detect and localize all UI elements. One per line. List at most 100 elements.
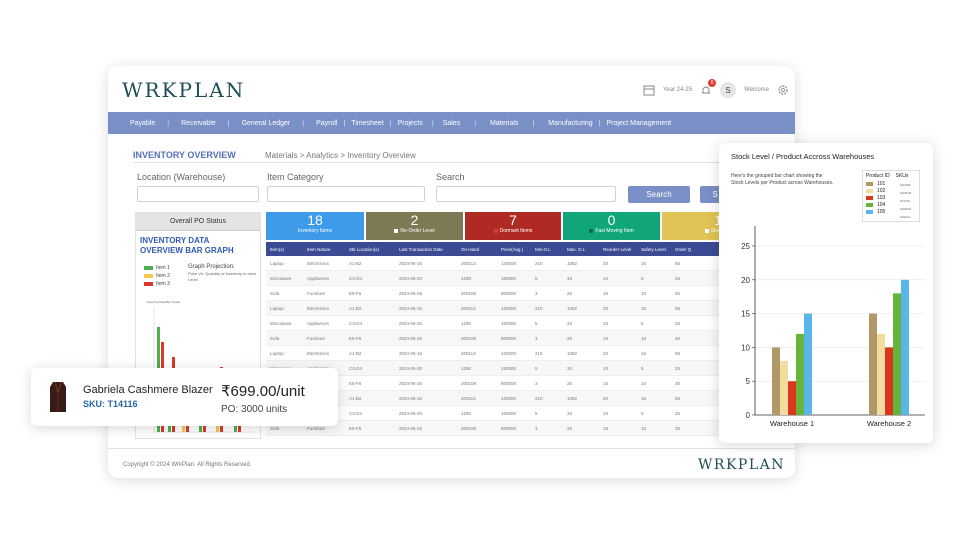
table-cell: Appliances xyxy=(307,275,330,281)
footer-divider xyxy=(108,448,795,449)
table-cell: 55 xyxy=(675,260,681,266)
table-cell: 5 xyxy=(535,410,538,416)
table-body: Laptop Electronics A1-B2 2024-06-15 200113 12… xyxy=(266,256,786,436)
table-row[interactable]: LaptopElectronicsA1-B22024-06-1520011312… xyxy=(266,346,786,361)
table-cell: 25 xyxy=(675,365,681,371)
table-cell: E5-F6 xyxy=(349,290,362,296)
legend-item-1: Item 1 xyxy=(144,265,170,271)
table-cell: E5-F6 xyxy=(349,425,362,431)
copyright: Copyright © 2024 WrkPlan. All Rights Res… xyxy=(123,462,252,468)
category-input[interactable] xyxy=(267,186,425,202)
table-cell: 2024-06-20 xyxy=(399,365,423,371)
summary-cards: 18 Inventory Items 2 Re-Order Level 7 Do… xyxy=(266,212,786,240)
table-cell: 1082 xyxy=(567,305,578,311)
table-row[interactable]: LaptopElectronicsA1-B22024-06-1520011312… xyxy=(266,301,786,316)
calendar-icon[interactable] xyxy=(643,84,655,96)
nav-general-ledger[interactable]: General Ledger xyxy=(242,120,291,127)
table-cell: 120000 xyxy=(501,395,517,401)
table-row[interactable]: SofaFurnitureE5-F62024-06-25200109800000… xyxy=(266,331,786,346)
table-row[interactable]: MicrowaveAppliancesC3-D42024-06-20129015… xyxy=(266,271,786,286)
table-cell: 33 xyxy=(567,365,573,371)
column-header[interactable]: Stk Location(s) xyxy=(345,247,395,252)
table-cell: 1082 xyxy=(567,260,578,266)
location-input[interactable] xyxy=(137,186,259,202)
table-cell: Microwave xyxy=(270,320,292,326)
table-cell: 30 xyxy=(675,335,681,341)
nav-payroll[interactable]: Payroll xyxy=(316,120,337,127)
nav-receivable[interactable]: Receivable xyxy=(181,120,216,127)
table-cell: Electronics xyxy=(307,350,330,356)
x-tick-label: Warehouse 2 xyxy=(867,419,911,428)
nav-timesheet[interactable]: Timesheet xyxy=(351,120,383,127)
nav-payable[interactable]: Payable xyxy=(130,120,155,127)
nav-manufacturing[interactable]: Manufacturing xyxy=(548,120,592,127)
table-row[interactable]: SofaFurnitureE5-F62024-06-25200109800000… xyxy=(266,421,786,436)
table-cell: 20 xyxy=(603,395,609,401)
table-cell: 210 xyxy=(535,260,543,266)
table-cell: Microwave xyxy=(270,275,292,281)
table-cell: 15 xyxy=(641,305,647,311)
bar-101-2 xyxy=(869,313,877,415)
table-cell: A1-B2 xyxy=(349,305,362,311)
page-title: INVENTORY OVERVIEW xyxy=(133,150,236,160)
column-header[interactable]: Safety Level xyxy=(637,247,671,252)
table-cell: 1290 xyxy=(461,275,472,281)
column-header[interactable]: Item Nature xyxy=(303,247,345,252)
column-header[interactable]: Order Q xyxy=(671,247,701,252)
table-cell: 2024-06-25 xyxy=(399,380,423,386)
table-cell: 55 xyxy=(675,350,681,356)
table-cell: 5 xyxy=(641,275,644,281)
gear-icon[interactable] xyxy=(777,84,789,96)
bell-icon[interactable]: 6 xyxy=(700,79,717,96)
table-cell: 2024-06-25 xyxy=(399,335,423,341)
column-header[interactable]: Price(Avg.) xyxy=(497,247,531,252)
table-row[interactable]: SofaFurnitureE5-F62024-06-25200109800000… xyxy=(266,376,786,391)
table-cell: 20 xyxy=(603,305,609,311)
column-header[interactable]: Max. O.L xyxy=(563,247,599,252)
card-dormant-items[interactable]: 7 Dormant Items xyxy=(465,212,561,240)
table-row[interactable]: SofaFurnitureE5-F62024-06-25200109800000… xyxy=(266,286,786,301)
product-po: PO: 3000 units xyxy=(221,404,288,415)
table-row[interactable]: MicrowaveAppliancesC3-D42024-06-20129015… xyxy=(266,316,786,331)
table-cell: 33 xyxy=(567,275,573,281)
nav-materials[interactable]: Materials xyxy=(490,120,518,127)
notification-badge: 6 xyxy=(708,79,717,87)
table-cell: 200109 xyxy=(461,335,477,341)
table-cell: 15 xyxy=(603,335,609,341)
table-cell: 2024-06-20 xyxy=(399,410,423,416)
table-cell: 2024-06-15 xyxy=(399,260,423,266)
column-header[interactable]: Min.O.L xyxy=(531,247,563,252)
table-cell: 20 xyxy=(603,260,609,266)
card-reorder-level[interactable]: 2 Re-Order Level xyxy=(366,212,463,240)
avatar[interactable]: S xyxy=(720,82,737,98)
table-row[interactable]: LaptopElectronicsA1-B22024-06-1520011312… xyxy=(266,391,786,406)
card-fast-moving[interactable]: 0 Fast Moving Item xyxy=(563,212,660,240)
table-cell: 120000 xyxy=(501,305,517,311)
column-header[interactable]: On Hand xyxy=(457,247,497,252)
nav-sales[interactable]: Sales xyxy=(443,120,461,127)
breadcrumb[interactable]: Materials > Analytics > Inventory Overvi… xyxy=(265,151,416,160)
nav-project-management[interactable]: Project Management xyxy=(606,120,671,127)
column-header[interactable]: Last Transaction Date xyxy=(395,247,457,252)
table-cell: Electronics xyxy=(307,305,330,311)
table-row[interactable]: MicrowaveAppliancesC3-D42024-06-20129015… xyxy=(266,361,786,376)
nav-projects[interactable]: Projects xyxy=(398,120,423,127)
table-cell: 200113 xyxy=(461,350,476,356)
y-tick-label: 25 xyxy=(741,242,750,251)
table-cell: A1-B2 xyxy=(349,260,362,266)
table-row[interactable]: LaptopElectronicsA1-B22024-06-1520011312… xyxy=(266,256,786,271)
table-cell: 5 xyxy=(641,365,644,371)
table-cell: 210 xyxy=(535,395,543,401)
column-header[interactable]: Item(s) xyxy=(266,247,303,252)
table-row[interactable]: MicrowaveAppliancesC3-D42024-06-20129015… xyxy=(266,406,786,421)
y-tick-label: 10 xyxy=(741,343,750,352)
card-inventory-items[interactable]: 18 Inventory Items xyxy=(266,212,364,240)
column-header[interactable]: Reorder Level xyxy=(599,247,637,252)
stock-chart-card: Stock Level / Product Accross Warehouses… xyxy=(719,143,933,443)
search-input[interactable] xyxy=(436,186,616,202)
search-button[interactable]: Search xyxy=(628,186,690,203)
table-cell: Furniture xyxy=(307,290,326,296)
year-label[interactable]: Year 24-25 xyxy=(663,87,692,93)
table-cell: C3-D4 xyxy=(349,365,363,371)
product-card[interactable]: Gabriela Cashmere Blazer SKU: T14116 ₹69… xyxy=(31,368,338,426)
